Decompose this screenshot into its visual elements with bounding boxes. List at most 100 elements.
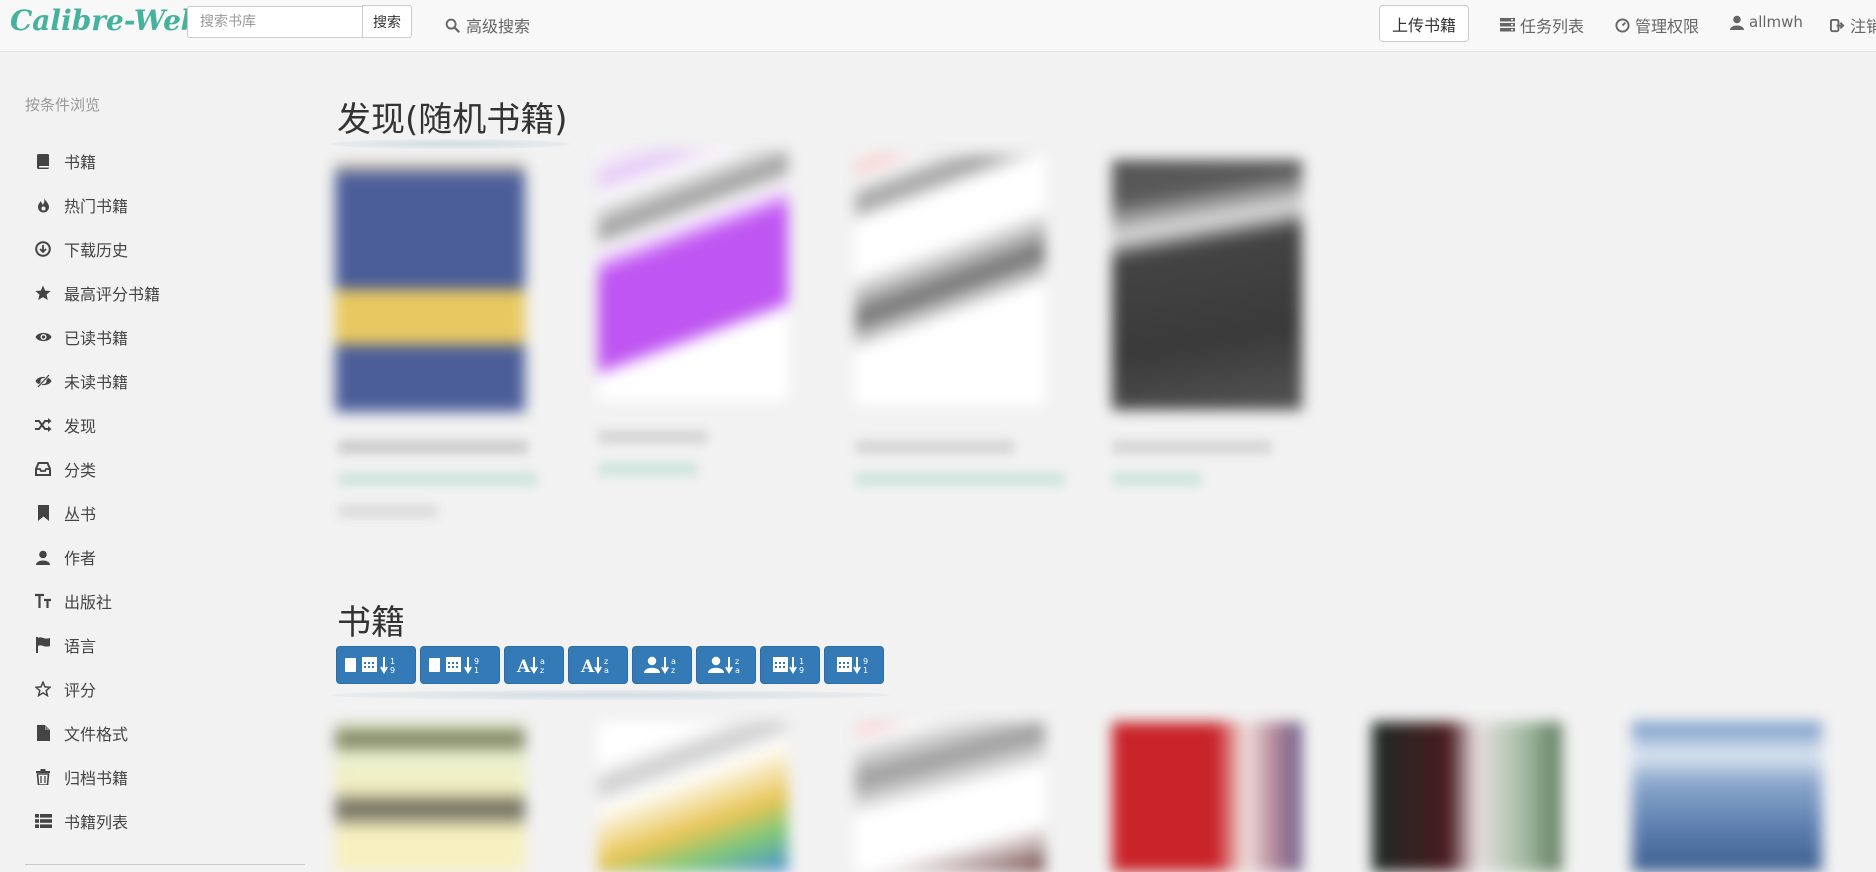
logout-icon <box>1830 18 1845 32</box>
trash-icon <box>34 768 52 786</box>
fire-icon <box>34 196 52 214</box>
book-meta <box>598 430 718 494</box>
sidebar-item-label: 分类 <box>64 461 97 480</box>
sort-title-az-button[interactable]: A a z <box>504 646 564 684</box>
tasks-icon <box>1500 18 1515 32</box>
svg-text:1: 1 <box>799 657 804 666</box>
sidebar-item-book-list[interactable]: 书籍列表 <box>34 806 294 836</box>
discover-section-title: 发现(随机书籍) <box>337 100 568 140</box>
advanced-search-label: 高级搜索 <box>466 17 531 36</box>
username-label: allmwh <box>1749 13 1803 31</box>
book-cover[interactable] <box>598 150 788 400</box>
advanced-search-link[interactable]: 高级搜索 <box>445 13 530 37</box>
eye-slash-icon <box>34 372 52 390</box>
top-navbar: Calibre-Web 搜索 高级搜索 上传书籍 任务列表 管理权限 <box>0 0 1876 52</box>
sidebar-item-unread-books[interactable]: 未读书籍 <box>34 366 294 396</box>
sidebar-item-download-history[interactable]: 下载历史 <box>34 234 294 264</box>
sidebar-item-label: 语言 <box>64 637 97 656</box>
book-cover[interactable] <box>1112 160 1302 410</box>
text-size-icon <box>34 592 52 610</box>
list-icon <box>34 812 52 830</box>
svg-text:9: 9 <box>390 666 395 675</box>
svg-text:a: a <box>671 657 676 666</box>
search-icon <box>445 18 460 33</box>
sort-author-za-button[interactable]: z a <box>696 646 756 684</box>
book-cover[interactable] <box>855 722 1045 872</box>
sort-added-desc-button[interactable]: 1 9 <box>336 646 416 684</box>
book-cover[interactable] <box>1372 722 1562 872</box>
sort-author-za-icon: z a <box>708 656 740 675</box>
star-icon <box>34 284 52 302</box>
search-button[interactable]: 搜索 <box>362 5 412 38</box>
svg-text:a: a <box>735 666 740 675</box>
sort-title-za-icon: A z a <box>580 657 609 676</box>
sidebar-item-publishers[interactable]: 出版社 <box>34 586 294 616</box>
book-icon <box>34 152 52 170</box>
book-meta <box>338 440 548 536</box>
user-icon <box>34 548 52 566</box>
book-cover[interactable] <box>598 722 788 872</box>
sidebar-item-label: 归档书籍 <box>64 769 129 788</box>
book-cover[interactable] <box>1112 722 1302 872</box>
upload-button[interactable]: 上传书籍 <box>1379 5 1469 42</box>
sidebar-item-series[interactable]: 丛书 <box>34 498 294 528</box>
book-cover[interactable] <box>1632 722 1822 872</box>
eye-icon <box>34 328 52 346</box>
sort-pubdate-asc-icon: 9 1 <box>837 657 868 675</box>
sort-title-za-button[interactable]: A z a <box>568 646 628 684</box>
tasks-label: 任务列表 <box>1520 17 1585 36</box>
svg-text:1: 1 <box>863 666 868 675</box>
sort-added-desc-icon: 1 9 <box>345 657 395 675</box>
sort-added-asc-button[interactable]: 9 1 <box>420 646 500 684</box>
brand-logo[interactable]: Calibre-Web <box>10 4 201 37</box>
svg-text:z: z <box>735 657 739 666</box>
tasks-link[interactable]: 任务列表 <box>1500 13 1584 37</box>
user-profile-link[interactable]: allmwh <box>1730 13 1803 31</box>
sort-pubdate-desc-icon: 1 9 <box>773 657 804 675</box>
sidebar-item-label: 书籍列表 <box>64 813 129 832</box>
sidebar-item-read-books[interactable]: 已读书籍 <box>34 322 294 352</box>
logout-link[interactable]: 注销 <box>1830 13 1876 37</box>
sidebar-item-label: 发现 <box>64 417 97 436</box>
svg-text:A: A <box>516 657 531 676</box>
book-meta <box>855 440 1075 504</box>
book-cover[interactable] <box>335 722 525 872</box>
svg-text:a: a <box>604 666 609 675</box>
sidebar-item-archived[interactable]: 归档书籍 <box>34 762 294 792</box>
sidebar-item-hot-books[interactable]: 热门书籍 <box>34 190 294 220</box>
sidebar-item-label: 书籍 <box>64 153 97 172</box>
sidebar-item-discover[interactable]: 发现 <box>34 410 294 440</box>
book-cover[interactable] <box>335 162 525 412</box>
sidebar-header: 按条件浏览 <box>25 96 101 114</box>
book-cover[interactable] <box>855 155 1045 405</box>
sort-added-asc-icon: 9 1 <box>429 657 479 675</box>
sidebar-item-authors[interactable]: 作者 <box>34 542 294 572</box>
svg-text:z: z <box>671 666 675 675</box>
sort-author-az-button[interactable]: a z <box>632 646 692 684</box>
sort-pubdate-desc-button[interactable]: 1 9 <box>760 646 820 684</box>
title-divider <box>330 139 570 149</box>
sidebar-item-ratings[interactable]: 评分 <box>34 674 294 704</box>
sort-pubdate-asc-button[interactable]: 9 1 <box>824 646 884 684</box>
sidebar-item-books[interactable]: 书籍 <box>34 146 294 176</box>
sidebar-item-categories[interactable]: 分类 <box>34 454 294 484</box>
svg-text:1: 1 <box>390 657 395 666</box>
dashboard-icon <box>1615 17 1630 33</box>
sidebar: 按条件浏览 书籍 热门书籍 下载历史 最高评分书籍 已读书籍 未读书籍 发现 分… <box>0 52 310 872</box>
sidebar-item-label: 出版社 <box>64 593 113 612</box>
sidebar-item-label: 作者 <box>64 549 97 568</box>
logout-label: 注销 <box>1850 17 1876 36</box>
book-meta <box>1112 440 1282 504</box>
sidebar-divider <box>25 864 305 865</box>
sidebar-item-label: 已读书籍 <box>64 329 129 348</box>
search-input[interactable] <box>187 6 363 38</box>
svg-text:z: z <box>540 666 544 675</box>
svg-text:9: 9 <box>474 657 479 666</box>
sidebar-item-languages[interactable]: 语言 <box>34 630 294 660</box>
sidebar-item-file-formats[interactable]: 文件格式 <box>34 718 294 748</box>
star-outline-icon <box>34 680 52 698</box>
svg-text:a: a <box>540 657 545 666</box>
sidebar-item-top-rated[interactable]: 最高评分书籍 <box>34 278 294 308</box>
admin-link[interactable]: 管理权限 <box>1615 13 1699 37</box>
sort-title-az-icon: A a z <box>516 657 545 676</box>
